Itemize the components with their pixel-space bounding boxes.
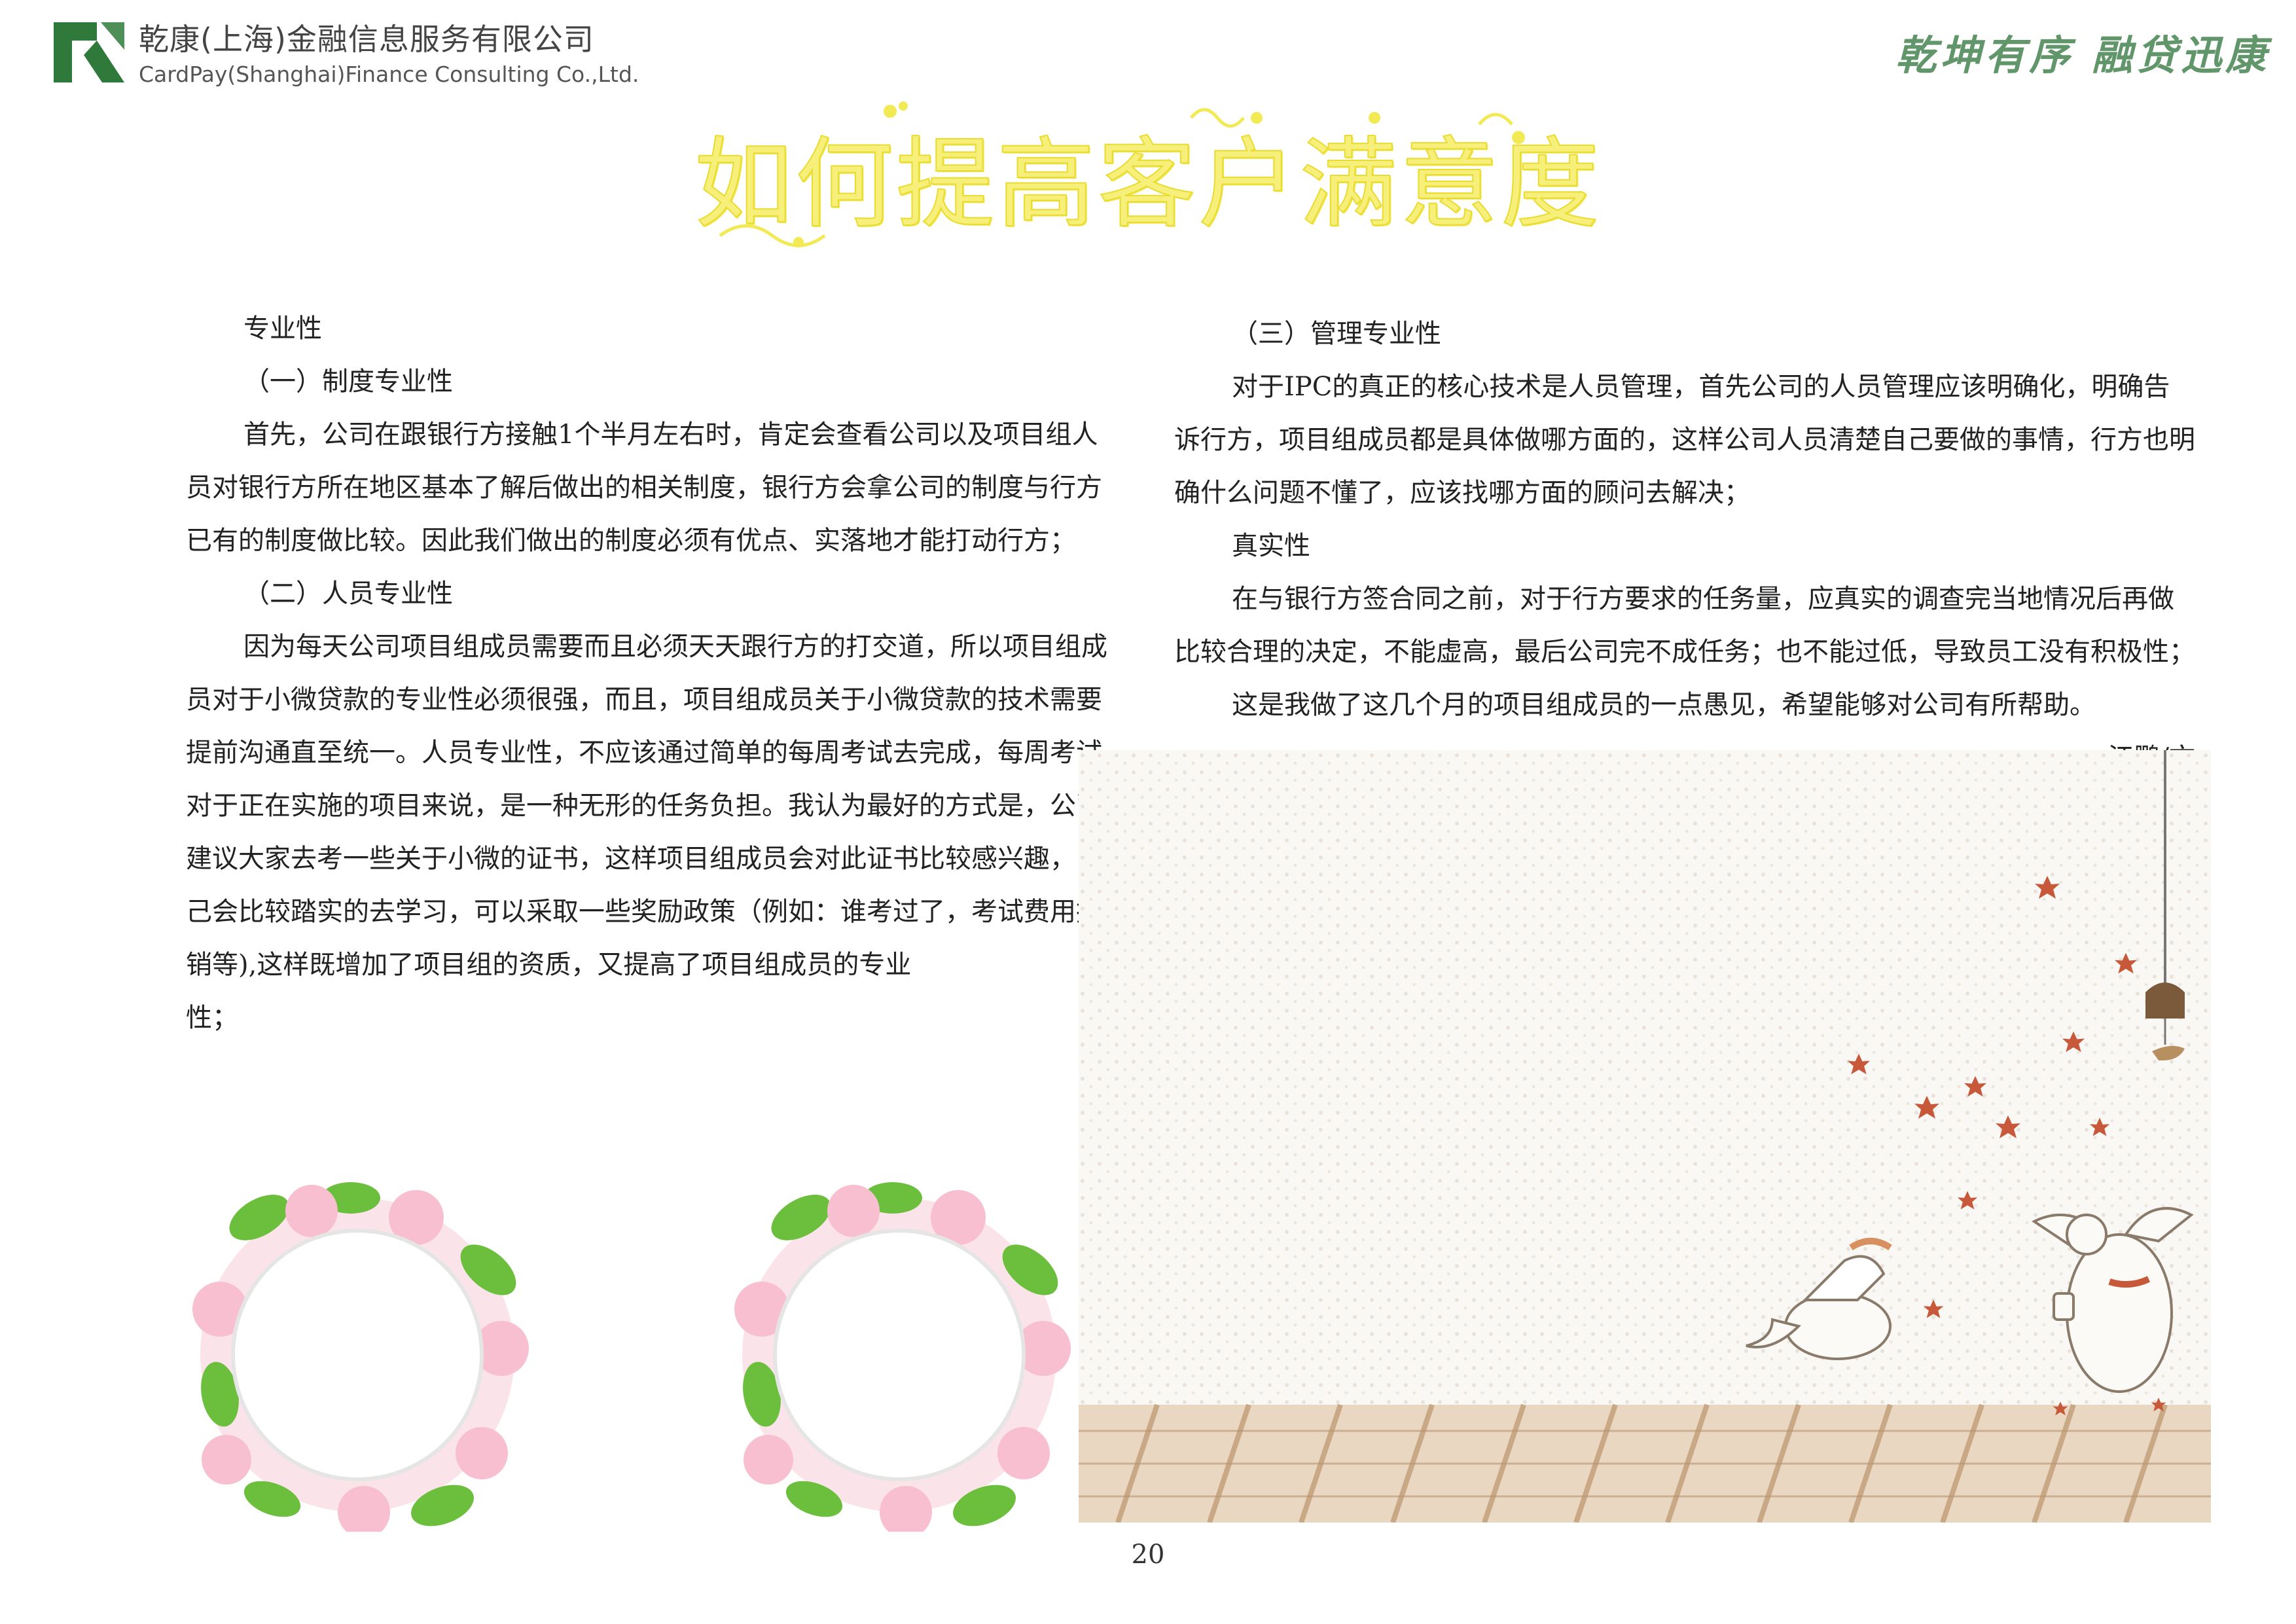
section-heading: 专业性 (243, 314, 322, 344)
paragraph: 性； (186, 1003, 238, 1033)
right-column: （三）管理专业性 对于IPC的真正的核心技术是人员管理，首先公司的人员管理应该明… (1174, 308, 2195, 785)
company-name-en: CardPay(Shanghai)Finance Consulting Co.,… (139, 62, 639, 87)
flower-wreath-icon (734, 1182, 1071, 1532)
subsection-heading: （三）管理专业性 (1232, 319, 1441, 349)
paragraph: 在与银行方签合同之前，对于行方要求的任务量，应真实的调查完当地情况后再做比较合理… (1174, 584, 2195, 667)
slogan: 乾坤有序 融贷迅康 (1895, 31, 2270, 79)
page-title: 如何提高客户满意度 (694, 127, 1602, 242)
company-name: 乾康(上海)金融信息服务有限公司 CardPay(Shanghai)Financ… (139, 16, 639, 87)
company-name-cn: 乾康(上海)金融信息服务有限公司 (139, 22, 594, 57)
section-heading: 真实性 (1232, 531, 1310, 561)
left-column: 专业性 （一）制度专业性 首先，公司在跟银行方接触1个半月左右时，肯定会查看公司… (186, 302, 1115, 1045)
paragraph: 这是我做了这几个月的项目组成员的一点愚见，希望能够对公司有所帮助。 (1232, 690, 2096, 720)
subsection-heading: （一）制度专业性 (243, 367, 453, 397)
subsection-heading: （二）人员专业性 (243, 579, 453, 609)
paragraph: 对于IPC的真正的核心技术是人员管理，首先公司的人员管理应该明确化，明确告诉行方… (1174, 372, 2195, 508)
flower-wreath-icon (192, 1182, 529, 1532)
paragraph: 首先，公司在跟银行方接触1个半月左右时，肯定会查看公司以及项目组人员对银行方所在… (186, 420, 1102, 556)
autumn-illustration-icon (1079, 750, 2211, 1523)
company-logo-icon (54, 22, 124, 82)
page-number: 20 (1131, 1540, 1165, 1570)
paragraph: 因为每天公司项目组成员需要而且必须天天跟行方的打交道，所以项目组成员对于小微贷款… (186, 632, 1107, 980)
